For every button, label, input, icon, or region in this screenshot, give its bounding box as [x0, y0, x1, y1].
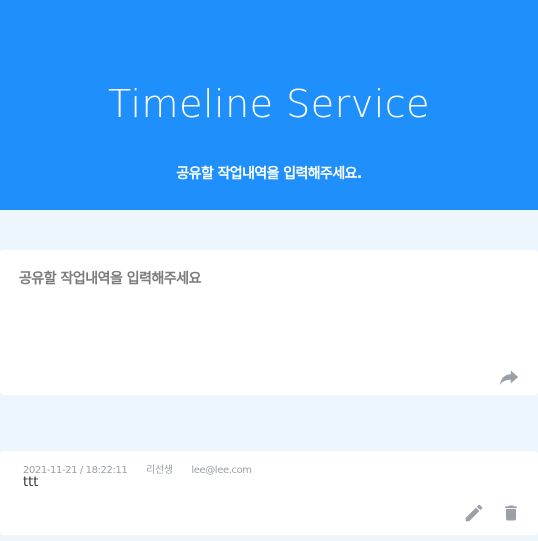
post-datetime: 2021-11-21 / 18:22:11: [23, 465, 128, 476]
page-subtitle: 공유할 작업내역을 입력해주세요.: [176, 166, 362, 182]
post-content-input[interactable]: [0, 250, 538, 350]
delete-button[interactable]: [501, 502, 521, 524]
trash-icon: [505, 505, 517, 521]
hero-banner: Timeline Service 공유할 작업내역을 입력해주세요.: [0, 0, 538, 210]
edit-button[interactable]: [463, 502, 485, 524]
share-arrow-icon: [499, 370, 519, 386]
compose-card: [0, 250, 538, 395]
post-author: 리선생: [146, 465, 173, 476]
pencil-icon: [465, 504, 483, 522]
post-email: lee@lee.com: [191, 465, 252, 476]
send-button[interactable]: [496, 366, 522, 388]
post-content: ttt: [23, 475, 39, 490]
post-card: 2021-11-21 / 18:22:11 리선생 lee@lee.com tt…: [0, 451, 538, 535]
page-title: Timeline Service: [107, 82, 431, 126]
post-meta: 2021-11-21 / 18:22:11 리선생 lee@lee.com: [23, 461, 268, 476]
